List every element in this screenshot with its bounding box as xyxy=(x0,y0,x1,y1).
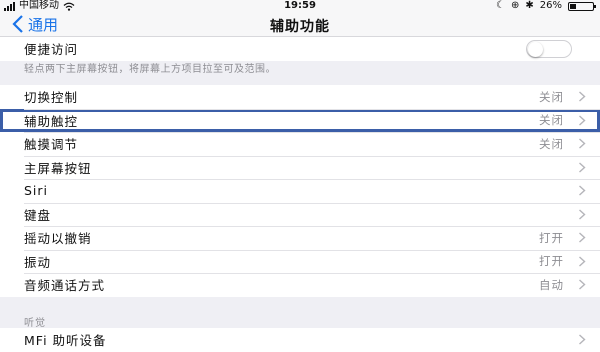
moon-icon: ☾ xyxy=(496,0,505,11)
chevron-right-icon xyxy=(579,91,586,102)
section-header-hearing: 听觉 xyxy=(24,318,46,329)
chevron-right-icon xyxy=(579,279,586,290)
row-value: 关闭 xyxy=(539,136,564,151)
row-label: 键盘 xyxy=(24,207,52,223)
shortcut-group: 便捷访问 xyxy=(0,37,600,61)
bluetooth-icon: ✱ xyxy=(525,0,534,11)
battery-icon xyxy=(568,1,596,11)
shortcut-label: 便捷访问 xyxy=(24,42,79,58)
row-value: 打开 xyxy=(539,254,564,269)
row-value: 打开 xyxy=(539,230,564,245)
toggle-knob xyxy=(528,42,543,57)
settings-row[interactable]: 主屏幕按钮 xyxy=(0,155,600,180)
settings-row[interactable]: 切换控制 关闭 xyxy=(0,85,600,109)
settings-row[interactable]: 键盘 xyxy=(0,202,600,227)
hearing-list: MFi 助听设备 xyxy=(0,328,600,352)
shortcut-row: 便捷访问 xyxy=(0,37,600,61)
settings-row[interactable]: 辅助触控 关闭 xyxy=(0,108,600,132)
row-label: 振动 xyxy=(24,254,52,270)
settings-row[interactable]: MFi 助听设备 xyxy=(0,328,600,352)
row-value: 关闭 xyxy=(539,113,564,128)
location-lock-icon: ⊕ xyxy=(510,0,520,11)
shortcut-toggle[interactable] xyxy=(526,40,572,58)
row-label: 触摸调节 xyxy=(24,137,79,153)
settings-row[interactable]: 音频通话方式 自动 xyxy=(0,273,600,297)
row-label: Siri xyxy=(24,183,49,199)
chevron-right-icon xyxy=(579,256,586,267)
settings-row[interactable]: 振动 打开 xyxy=(0,249,600,274)
settings-row[interactable]: Siri xyxy=(0,179,600,203)
page-title: 辅助功能 xyxy=(270,19,330,35)
battery-percent: 26% xyxy=(539,0,562,11)
row-label: 辅助触控 xyxy=(24,113,79,129)
settings-row[interactable]: 触摸调节 关闭 xyxy=(0,132,600,156)
shortcut-footnote: 轻点两下主屏幕按钮，将屏幕上方项目拉至可及范围。 xyxy=(24,64,276,75)
row-label: 主屏幕按钮 xyxy=(24,160,92,176)
chevron-right-icon xyxy=(579,162,586,173)
status-right: ☾ ⊕ ✱ 26% xyxy=(496,0,596,12)
chevron-right-icon xyxy=(579,115,586,126)
navigation-bar: 通用 辅助功能 xyxy=(0,12,600,37)
row-label: 切换控制 xyxy=(24,90,79,106)
row-label: 摇动以撤销 xyxy=(24,231,92,247)
row-value: 自动 xyxy=(539,277,564,292)
settings-list: 切换控制 关闭 辅助触控 关闭 触摸调节 关闭 主屏幕按钮 Siri 键盘 摇动以撤销 打开 振动 打开… xyxy=(0,85,600,297)
chevron-right-icon xyxy=(579,334,586,345)
row-value: 关闭 xyxy=(539,89,564,104)
chevron-right-icon xyxy=(579,185,586,196)
row-label: 音频通话方式 xyxy=(24,278,106,294)
chevron-right-icon xyxy=(579,138,586,149)
status-bar: 中国移动 19:59 ☾ ⊕ ✱ 26% xyxy=(0,0,600,12)
row-label: MFi 助听设备 xyxy=(24,333,107,349)
chevron-right-icon xyxy=(579,232,586,243)
settings-row[interactable]: 摇动以撤销 打开 xyxy=(0,226,600,250)
chevron-right-icon xyxy=(579,209,586,220)
